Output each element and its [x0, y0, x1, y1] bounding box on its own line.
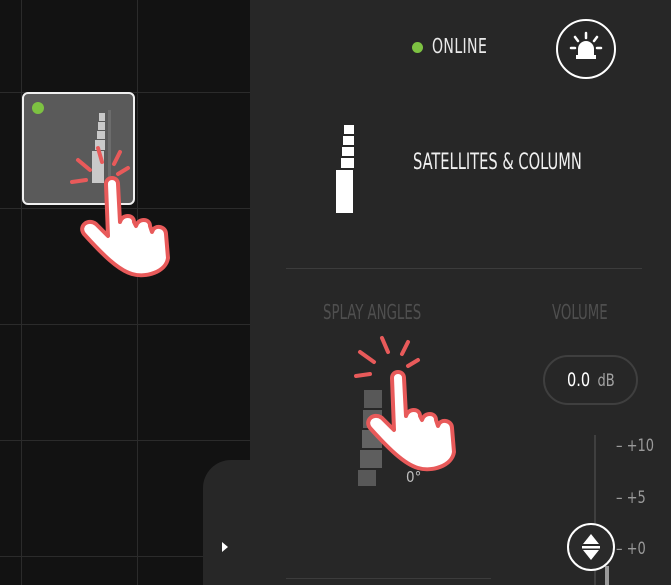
volume-unit: dB — [597, 371, 615, 391]
online-status-dot — [412, 42, 423, 53]
panel-collapse-tab[interactable] — [203, 460, 263, 585]
tap-hand-icon — [70, 146, 170, 278]
section-divider — [286, 268, 642, 269]
volume-tick-plus10: – +10 — [616, 436, 655, 456]
volume-tick-plus5: – +5 — [616, 488, 646, 508]
volume-value: 0.0 — [566, 369, 590, 391]
volume-label: VOLUME — [552, 300, 608, 324]
status-label: ONLINE — [432, 34, 488, 58]
device-name: SATELLITES & COLUMN — [413, 150, 582, 175]
chevron-right-icon[interactable] — [222, 542, 228, 552]
satellites-column-icon — [336, 125, 354, 213]
bottom-divider — [286, 578, 491, 579]
device-settings-panel — [250, 0, 671, 585]
identify-beacon-icon — [569, 31, 603, 59]
up-down-arrows-icon — [582, 534, 600, 560]
volume-tick-plus0: – +0 — [616, 539, 646, 559]
volume-readout[interactable]: 0.0 dB — [543, 355, 638, 405]
identify-button[interactable] — [556, 19, 616, 79]
volume-slider-handle[interactable] — [567, 523, 615, 571]
splay-angles-label: SPLAY ANGLES — [323, 300, 422, 324]
tap-hand-icon — [354, 336, 456, 472]
